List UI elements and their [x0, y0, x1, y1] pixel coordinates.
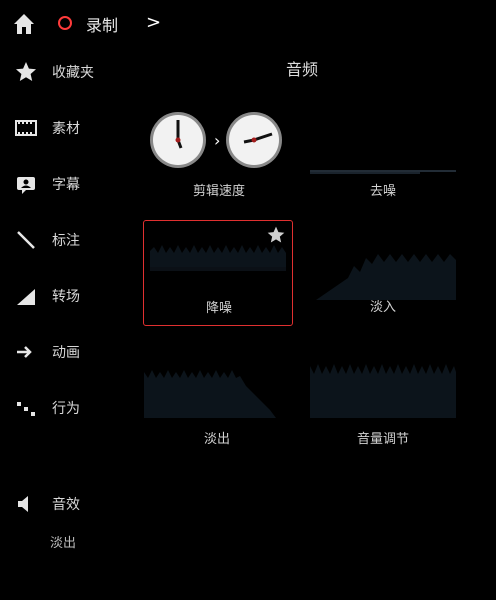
sidebar-item-media[interactable]: 素材 — [0, 108, 126, 148]
effect-tile-fade-out[interactable]: 淡出 — [142, 352, 292, 458]
sidebar-item-label: 素材 — [52, 121, 80, 137]
clock-pair-icon: › — [150, 112, 282, 168]
sidebar-item-behaviors[interactable]: 行为 — [0, 388, 126, 428]
sidebar-item-captions[interactable]: 字幕 — [0, 164, 126, 204]
tile-label: 去噪 — [369, 184, 396, 199]
svg-text:›: › — [214, 131, 220, 150]
record-icon[interactable] — [58, 16, 72, 30]
arrow-icon — [17, 346, 32, 358]
sidebar-item-animations[interactable]: 动画 — [0, 332, 126, 372]
sidebar-item-label: 转场 — [52, 289, 80, 305]
tile-label: 音量调节 — [356, 432, 409, 447]
sidebar-item-annotations[interactable]: 标注 — [0, 220, 126, 260]
waveform-icon — [144, 370, 276, 418]
sidebar-item-transitions[interactable]: 转场 — [0, 276, 126, 316]
waveform-icon — [316, 254, 456, 300]
tile-label: 淡入 — [369, 300, 396, 315]
ramp-icon — [17, 289, 35, 305]
sidebar: 收藏夹 素材 字幕 标注 转场 动画 行为 音效 淡出 — [0, 48, 126, 600]
waveform-icon — [310, 170, 456, 174]
effect-tile-clip-speed[interactable]: › 剪辑速度 — [144, 104, 294, 210]
top-bar: 录制 > — [0, 0, 496, 48]
sidebar-item-label: 动画 — [52, 345, 80, 361]
tile-label: 淡出 — [203, 432, 230, 447]
effect-tile-fade-in[interactable]: 淡入 — [308, 220, 458, 326]
effect-tile-noise-removal[interactable]: 去噪 — [308, 104, 458, 210]
page-title: 音频 — [286, 60, 319, 79]
home-icon[interactable] — [10, 10, 38, 38]
line-icon — [17, 231, 35, 249]
star-icon[interactable] — [266, 225, 286, 245]
sidebar-subitem[interactable]: 淡出 — [50, 532, 76, 551]
caption-icon — [17, 177, 35, 194]
dots-icon — [17, 402, 35, 416]
sidebar-item-audio-effects[interactable]: 音效 — [0, 484, 126, 524]
tile-label: 剪辑速度 — [192, 184, 245, 199]
effect-tile-volume-leveling[interactable]: 音量调节 — [308, 352, 458, 458]
sidebar-item-favorites[interactable]: 收藏夹 — [0, 52, 126, 92]
sidebar-item-label: 音效 — [52, 497, 80, 513]
star-icon — [16, 62, 36, 81]
sidebar-item-label: 行为 — [52, 401, 80, 417]
sidebar-item-label: 标注 — [52, 233, 80, 249]
sidebar-item-label: 收藏夹 — [52, 65, 94, 81]
waveform-icon — [310, 364, 456, 418]
speaker-icon — [18, 496, 28, 512]
film-icon — [15, 120, 37, 136]
record-label[interactable]: 录制 — [86, 12, 118, 36]
effect-tile-noise-reduction[interactable]: 降噪 — [143, 220, 293, 326]
chevron-right-icon[interactable]: > — [146, 12, 161, 33]
sidebar-item-label: 字幕 — [52, 177, 80, 193]
tile-label: 降噪 — [205, 301, 232, 316]
